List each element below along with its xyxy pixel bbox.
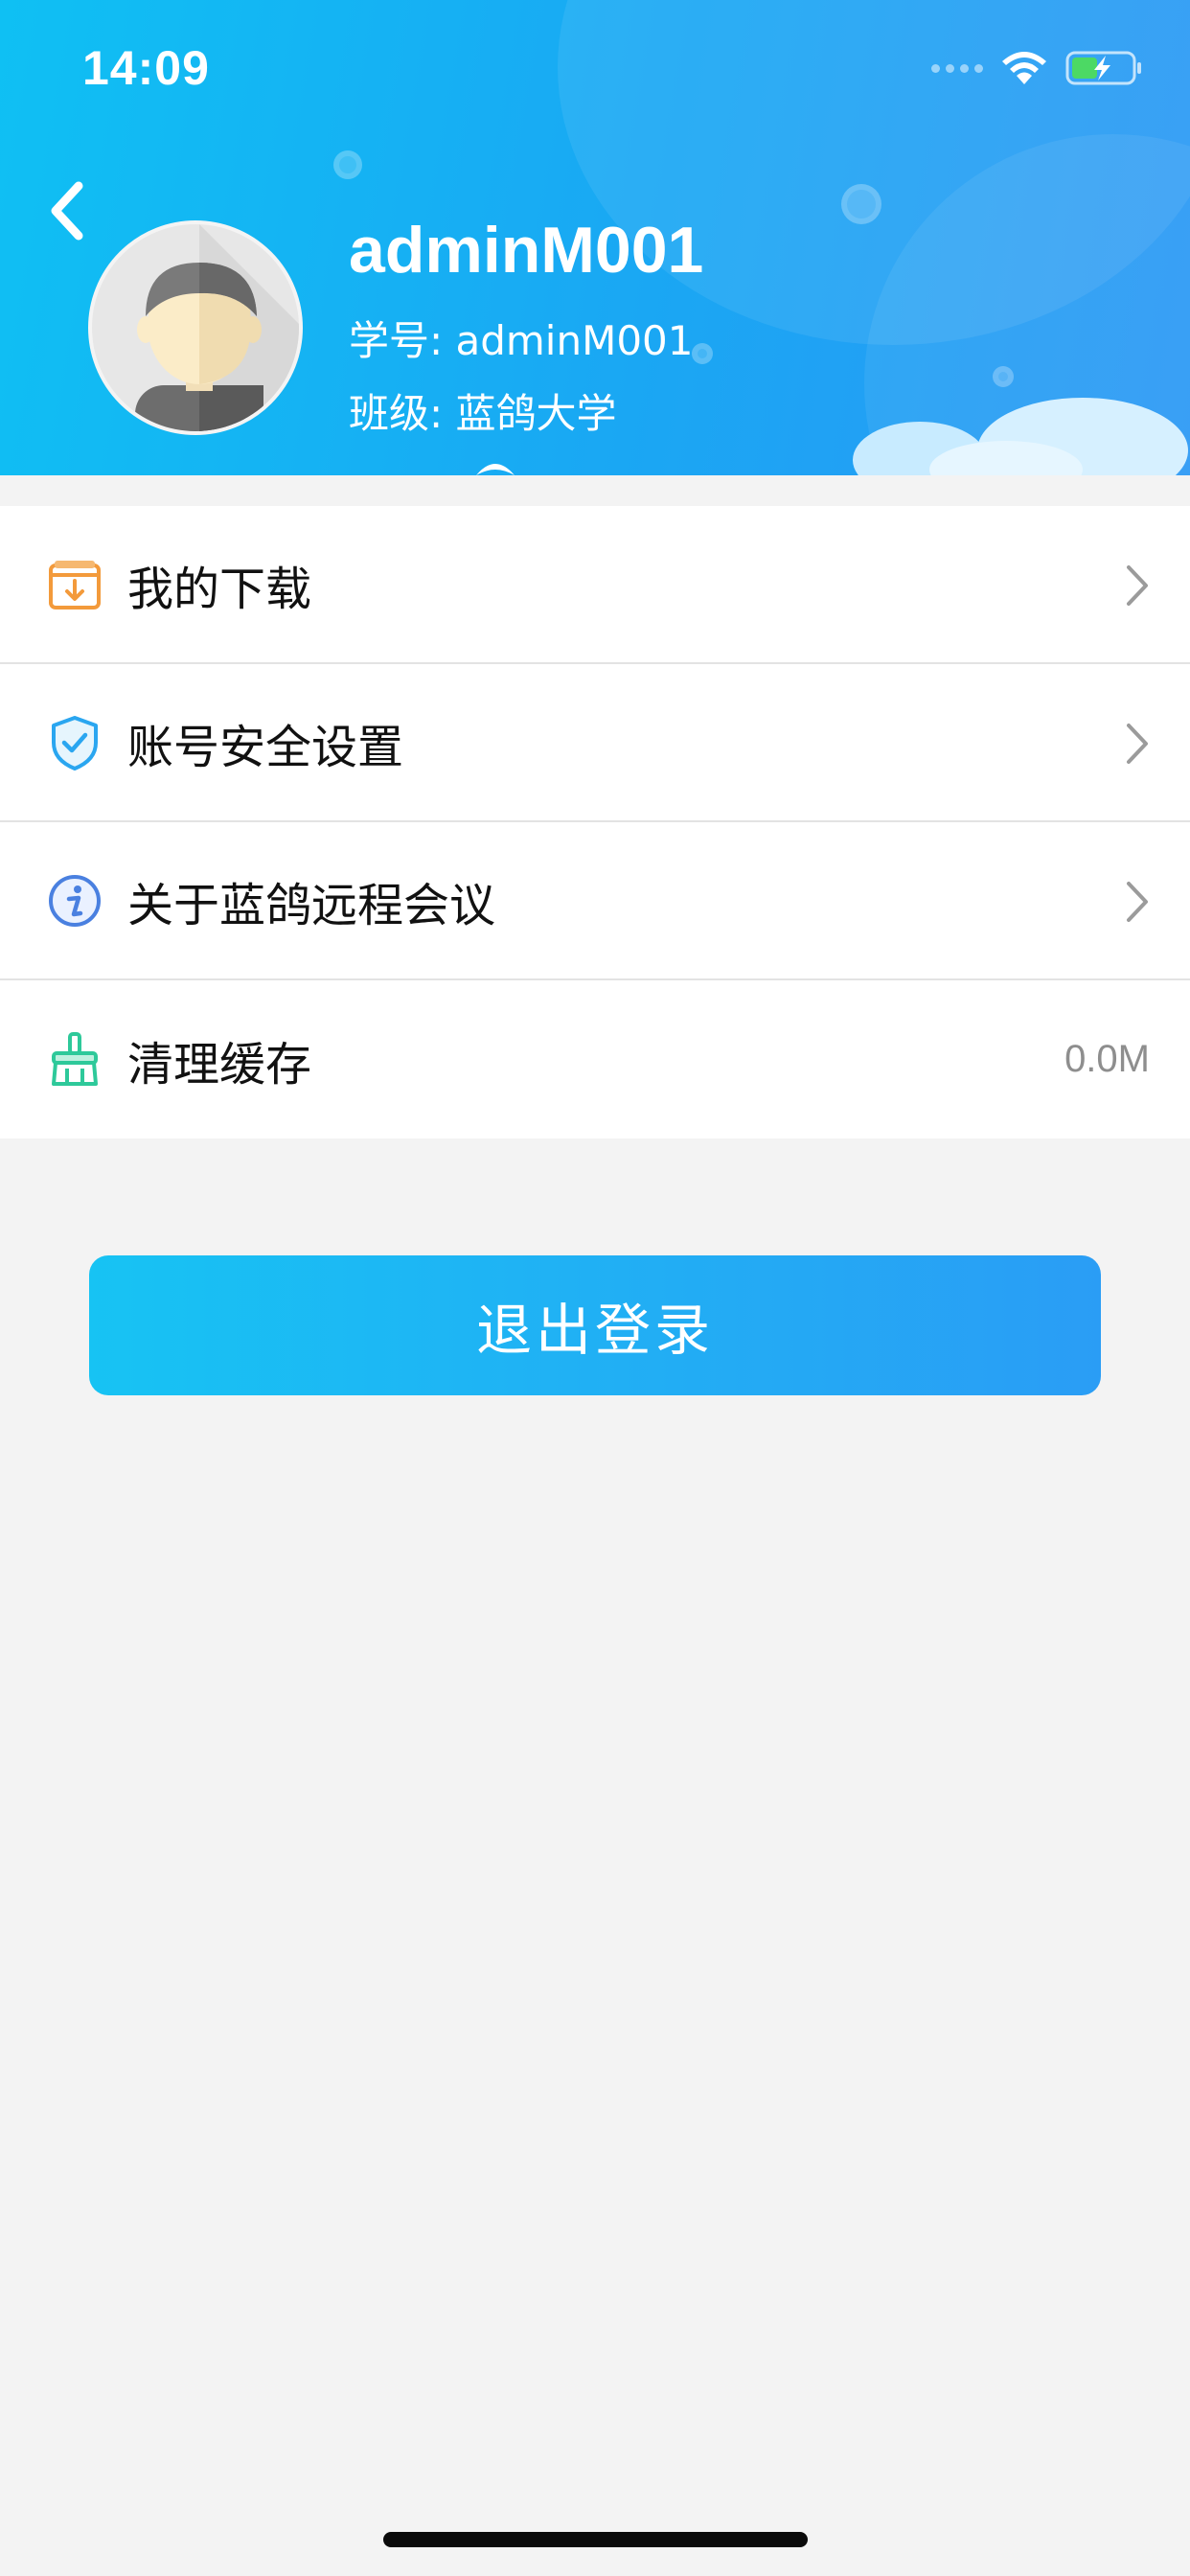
menu-item-about[interactable]: 关于蓝鸽远程会议 — [0, 822, 1190, 980]
student-id: 学号: adminM001 — [349, 317, 694, 364]
user-name: adminM001 — [349, 214, 704, 287]
header-bubble — [841, 184, 881, 224]
menu-item-label: 账号安全设置 — [127, 720, 404, 774]
header-bubble — [333, 150, 362, 179]
battery-charging-icon — [1065, 51, 1141, 85]
menu-item-downloads[interactable]: 我的下载 — [0, 506, 1190, 664]
broom-icon — [52, 1032, 98, 1086]
menu-item-label: 我的下载 — [127, 562, 312, 616]
profile-header: 14:09 adminM001 学号: adminM001 班级: 蓝鸽大学 — [0, 0, 1190, 475]
user-avatar-icon — [135, 224, 299, 431]
menu-item-account-security[interactable]: 账号安全设置 — [0, 664, 1190, 822]
signal-icon — [931, 63, 983, 73]
logout-button[interactable]: 退出登录 — [89, 1255, 1101, 1395]
home-indicator[interactable] — [383, 2532, 808, 2547]
settings-menu: 我的下载 账号安全设置 关于蓝鸽远程会议 清理缓存 0.0M — [0, 506, 1190, 1138]
header-bubble — [692, 343, 713, 364]
menu-item-label: 清理缓存 — [127, 1037, 312, 1092]
moon-decoration — [476, 464, 515, 475]
chevron-right-icon — [1127, 882, 1148, 922]
shield-check-icon — [52, 716, 98, 770]
download-folder-icon — [49, 561, 101, 610]
status-time: 14:09 — [82, 41, 210, 95]
back-button[interactable] — [38, 172, 96, 249]
info-icon — [49, 875, 101, 927]
menu-item-label: 关于蓝鸽远程会议 — [127, 878, 496, 932]
menu-item-clear-cache[interactable]: 清理缓存 0.0M — [0, 980, 1190, 1138]
cache-size-value: 0.0M — [1064, 1038, 1150, 1080]
wifi-icon — [1002, 52, 1046, 84]
chevron-right-icon — [1127, 724, 1148, 764]
class-name: 班级: 蓝鸽大学 — [349, 390, 617, 437]
header-bubble — [993, 366, 1014, 387]
cloud-decoration — [853, 398, 1188, 475]
status-icons — [931, 50, 1144, 86]
avatar[interactable] — [88, 220, 303, 435]
chevron-right-icon — [1127, 565, 1148, 606]
